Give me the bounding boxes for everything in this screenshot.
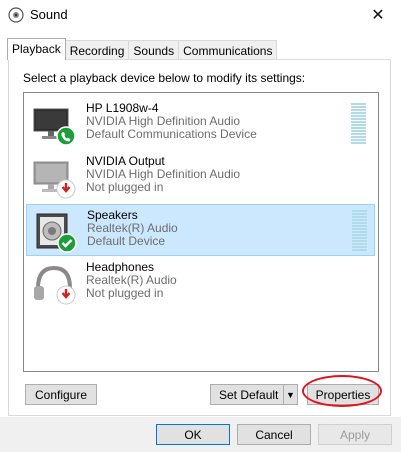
- volume-meter: [351, 103, 366, 145]
- monitor-icon: [33, 108, 76, 146]
- device-status: Default Communications Device: [86, 127, 257, 141]
- playback-panel: Select a playback device below to modify…: [8, 59, 391, 416]
- tab-communications[interactable]: Communications: [178, 40, 278, 60]
- apply-button[interactable]: Apply: [318, 424, 392, 445]
- unplugged-arrow-icon: [56, 179, 76, 199]
- volume-meter: [352, 210, 367, 252]
- properties-button[interactable]: Properties: [307, 384, 379, 405]
- device-item-hp-l1908w[interactable]: HP L1908w-4 NVIDIA High Definition Audio…: [26, 98, 375, 150]
- monitor-icon: [33, 161, 76, 199]
- device-status: Default Device: [87, 234, 166, 248]
- default-check-icon: [57, 233, 77, 253]
- tab-playback[interactable]: Playback: [7, 38, 66, 60]
- speaker-app-icon: [8, 7, 24, 23]
- unplugged-arrow-icon: [56, 285, 76, 305]
- chevron-down-icon[interactable]: ▼: [283, 385, 297, 404]
- set-default-label: Set Default: [219, 387, 279, 402]
- device-item-headphones[interactable]: Headphones Realtek(R) Audio Not plugged …: [26, 257, 375, 309]
- instruction-text: Select a playback device below to modify…: [23, 71, 306, 85]
- title-bar: Sound ✕: [0, 0, 401, 30]
- tab-strip: Playback Recording Sounds Communications: [7, 38, 278, 60]
- speaker-icon: [36, 213, 77, 253]
- set-default-split-button[interactable]: Set Default ▼: [210, 384, 298, 405]
- window-title: Sound: [30, 7, 68, 22]
- headphones-icon: [34, 265, 76, 305]
- device-item-speakers[interactable]: Speakers Realtek(R) Audio Default Device: [26, 204, 375, 256]
- tab-recording[interactable]: Recording: [64, 40, 130, 60]
- device-list[interactable]: HP L1908w-4 NVIDIA High Definition Audio…: [23, 92, 379, 372]
- close-button[interactable]: ✕: [355, 0, 401, 30]
- configure-button[interactable]: Configure: [25, 384, 97, 405]
- close-icon: ✕: [371, 7, 385, 24]
- dialog-footer: OK Cancel Apply: [0, 417, 401, 452]
- phone-badge-icon: [56, 126, 76, 146]
- device-status: Not plugged in: [86, 286, 164, 300]
- cancel-button[interactable]: Cancel: [237, 424, 311, 445]
- ok-button[interactable]: OK: [156, 424, 230, 445]
- device-status: Not plugged in: [86, 180, 164, 194]
- device-item-nvidia-output[interactable]: NVIDIA Output NVIDIA High Definition Aud…: [26, 151, 375, 203]
- tab-sounds[interactable]: Sounds: [128, 40, 180, 60]
